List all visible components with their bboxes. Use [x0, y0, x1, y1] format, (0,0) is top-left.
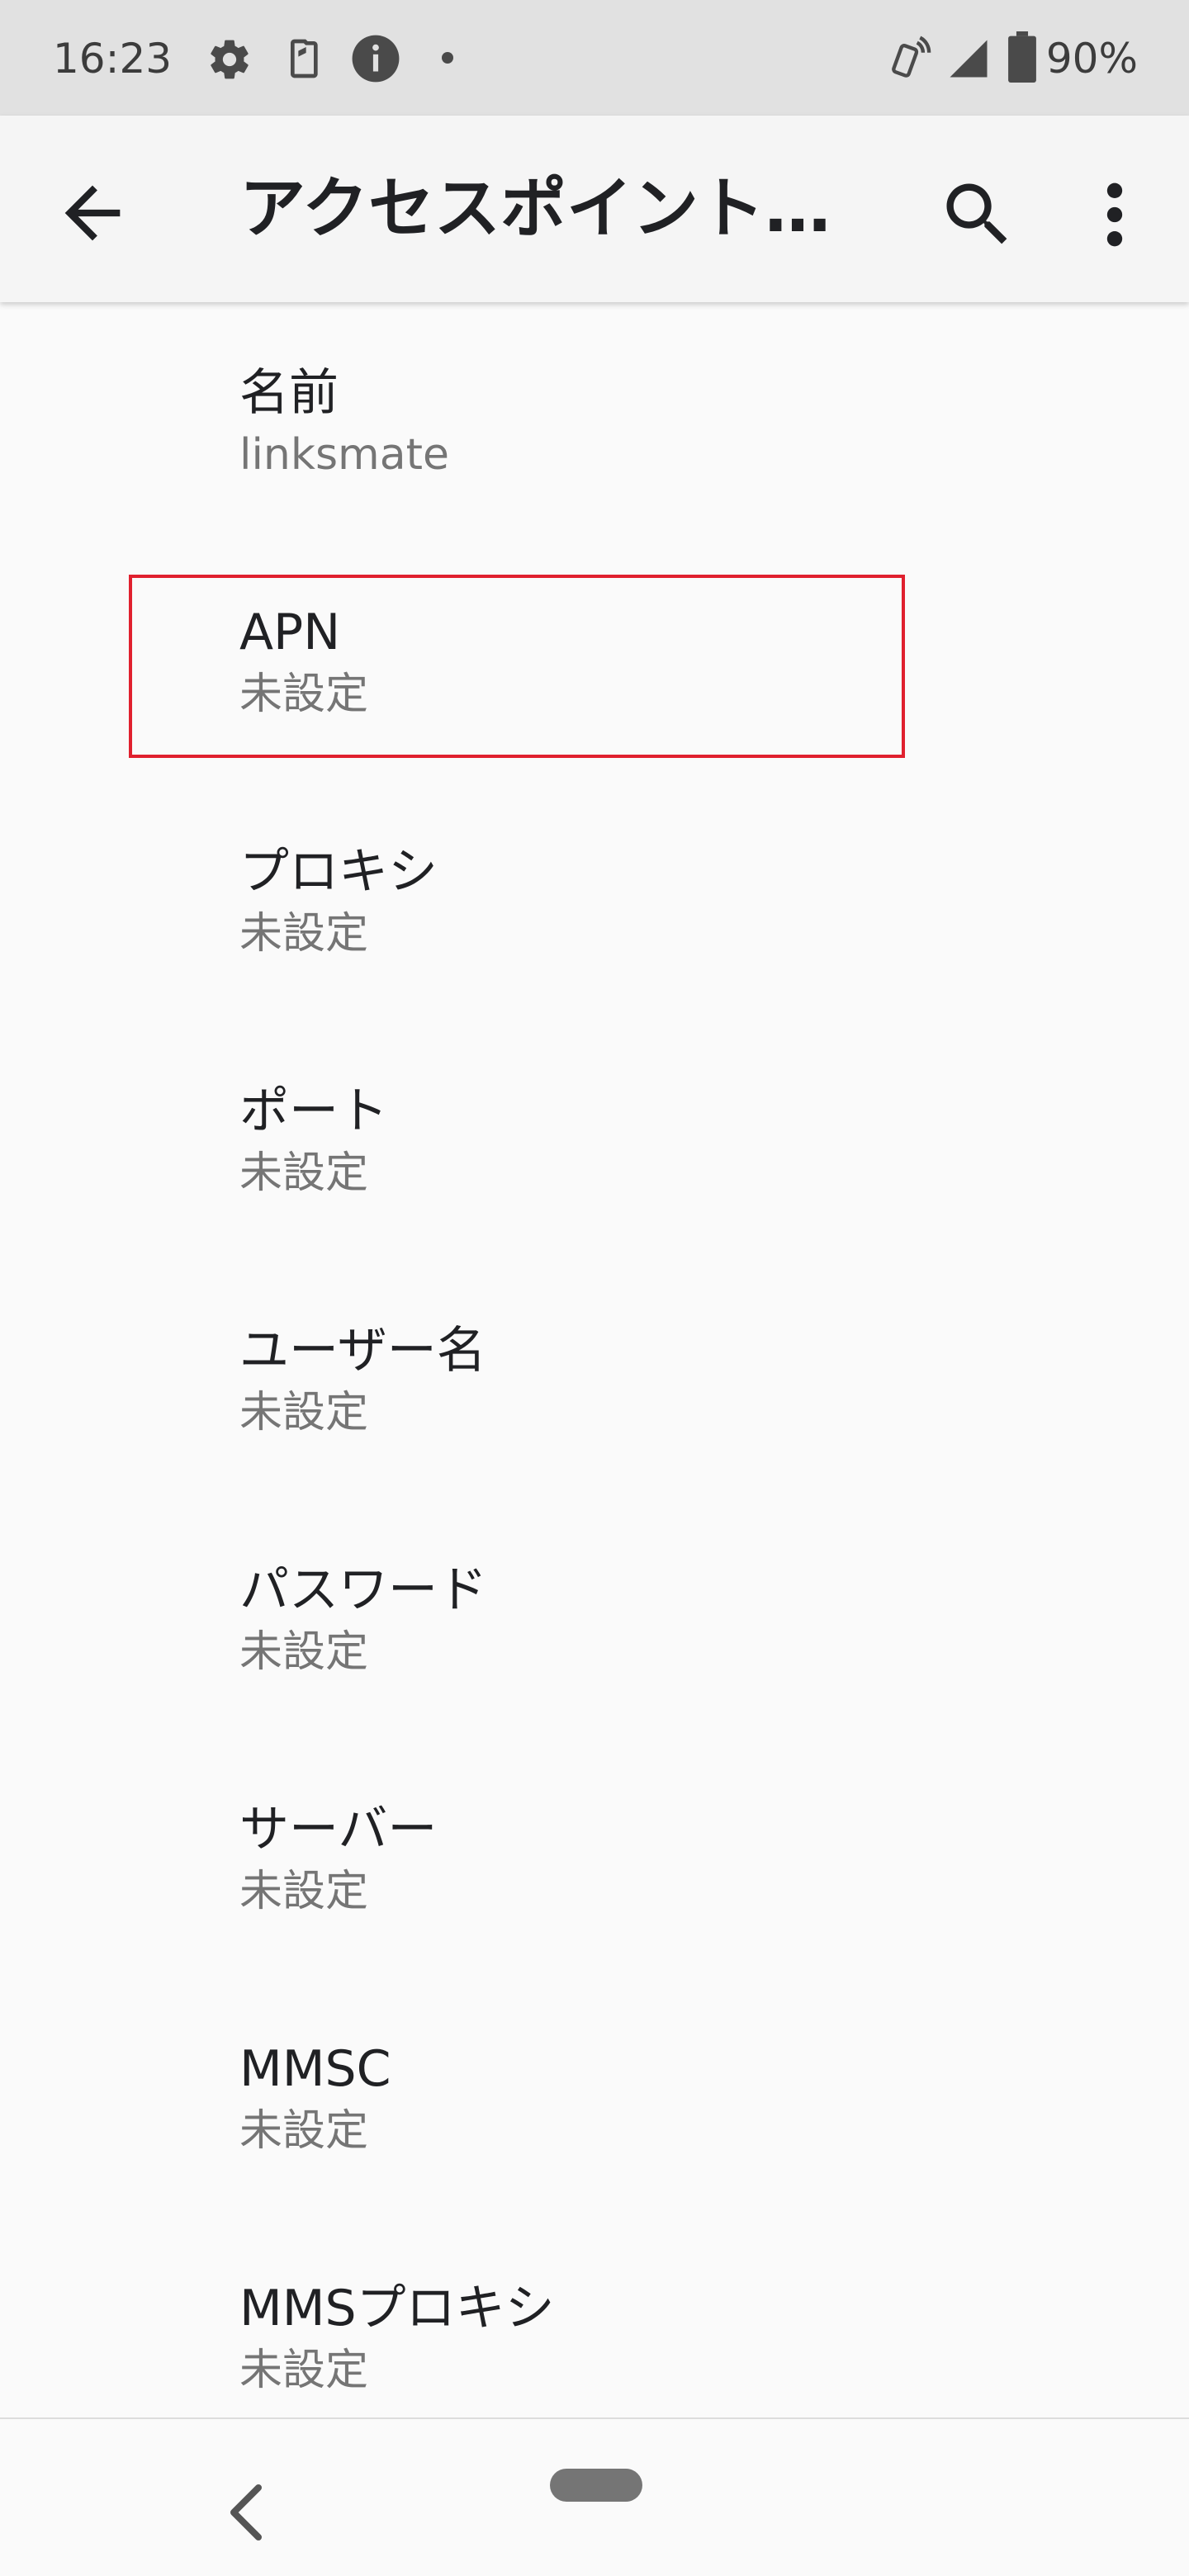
status-time: 16:23	[53, 35, 173, 83]
item-summary: 未設定	[239, 1148, 369, 1198]
info-icon	[350, 33, 401, 88]
list-item-mmsc[interactable]: MMSC 未設定	[0, 1978, 1189, 2218]
list-item-proxy[interactable]: プロキシ 未設定	[0, 781, 1189, 1020]
item-title: サーバー	[239, 1801, 438, 1859]
back-arrow-icon[interactable]	[51, 172, 134, 254]
nav-back-icon[interactable]	[221, 2484, 271, 2541]
status-bar: 16:23 90%	[0, 0, 1189, 116]
app-bar: アクセスポイント…	[0, 116, 1189, 302]
battery-icon	[1007, 31, 1037, 86]
item-title: プロキシ	[239, 843, 438, 901]
clipboard-icon	[279, 35, 325, 86]
item-title: MMSプロキシ	[239, 2280, 555, 2337]
highlight-box	[129, 575, 905, 758]
item-summary: 未設定	[239, 2106, 369, 2156]
dot-icon	[441, 51, 454, 68]
navigation-bar	[0, 2417, 1189, 2576]
page-title: アクセスポイント…	[239, 170, 831, 247]
item-summary: 未設定	[239, 1627, 369, 1677]
signal-icon	[946, 36, 991, 84]
item-title: パスワード	[239, 1561, 487, 1619]
battery-percent: 90%	[1045, 35, 1138, 83]
item-summary: 未設定	[239, 909, 369, 959]
list-item-name[interactable]: 名前 linksmate	[0, 302, 1189, 542]
more-vert-icon[interactable]	[1082, 173, 1148, 256]
list-item-password[interactable]: パスワード 未設定	[0, 1499, 1189, 1739]
item-summary: 未設定	[239, 1388, 369, 1437]
item-summary: 未設定	[239, 2346, 369, 2395]
home-pill-icon[interactable]	[550, 2469, 642, 2502]
item-summary: linksmate	[239, 430, 449, 480]
item-title: MMSC	[239, 2040, 391, 2098]
vibrate-icon	[885, 35, 933, 86]
item-title: 名前	[239, 364, 339, 422]
item-title: ユーザー名	[239, 1322, 486, 1380]
search-icon[interactable]	[936, 173, 1019, 256]
list-item-server[interactable]: サーバー 未設定	[0, 1739, 1189, 1978]
list-item-username[interactable]: ユーザー名 未設定	[0, 1260, 1189, 1499]
item-title: ポート	[239, 1082, 388, 1140]
item-summary: 未設定	[239, 1867, 369, 1916]
gear-icon	[206, 36, 253, 86]
list-item-port[interactable]: ポート 未設定	[0, 1020, 1189, 1260]
